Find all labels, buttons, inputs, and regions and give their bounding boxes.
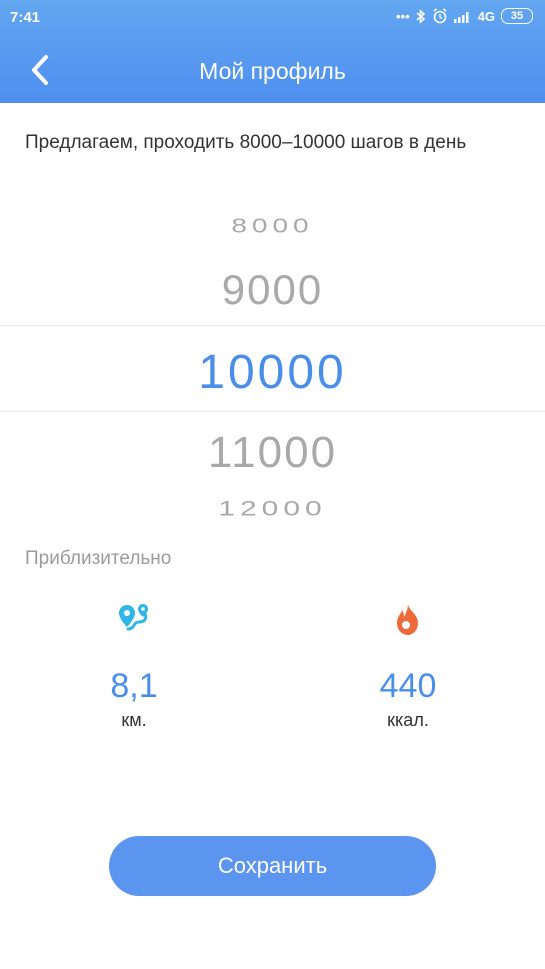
more-dots-icon: ••• xyxy=(396,8,410,24)
map-pin-route-icon xyxy=(119,604,148,631)
status-icons: ••• 4G 35 xyxy=(396,8,533,24)
battery-icon: 35 xyxy=(501,8,533,24)
calories-value: 440 xyxy=(379,667,437,705)
distance-value: 8,1 xyxy=(110,667,158,705)
picker-option[interactable]: 11000 xyxy=(0,428,545,478)
approx-label: Приблизительно xyxy=(25,548,172,569)
suggestion-text: Предлагаем, проходить 8000–10000 шагов в… xyxy=(25,132,467,153)
picker-option[interactable]: 8000 xyxy=(0,214,545,237)
app-bar: 7:41 ••• 4G 35 Мой профиль xyxy=(0,0,545,103)
alarm-icon xyxy=(433,8,447,24)
signal-icon xyxy=(453,11,469,23)
picker-option-selected[interactable]: 10000 xyxy=(0,345,545,400)
picker-option[interactable]: 9000 xyxy=(0,266,545,314)
distance-unit: км. xyxy=(121,710,147,730)
network-type: 4G xyxy=(477,8,495,24)
save-button[interactable]: Сохранить xyxy=(109,836,436,896)
bluetooth-icon xyxy=(416,8,425,24)
status-time: 7:41 xyxy=(10,9,41,26)
status-bar: 7:41 ••• 4G 35 xyxy=(0,0,545,36)
calories-stat: 440 ккал. xyxy=(338,602,478,731)
steps-picker[interactable]: 8000 9000 10000 11000 12000 xyxy=(0,200,545,530)
calories-unit: ккал. xyxy=(387,710,429,730)
distance-stat: 8,1 км. xyxy=(64,602,204,731)
picker-option[interactable]: 12000 xyxy=(0,497,545,521)
picker-divider-bottom xyxy=(0,411,545,412)
picker-divider-top xyxy=(0,325,545,326)
page-title: Мой профиль xyxy=(199,58,346,84)
flame-icon xyxy=(397,604,418,635)
